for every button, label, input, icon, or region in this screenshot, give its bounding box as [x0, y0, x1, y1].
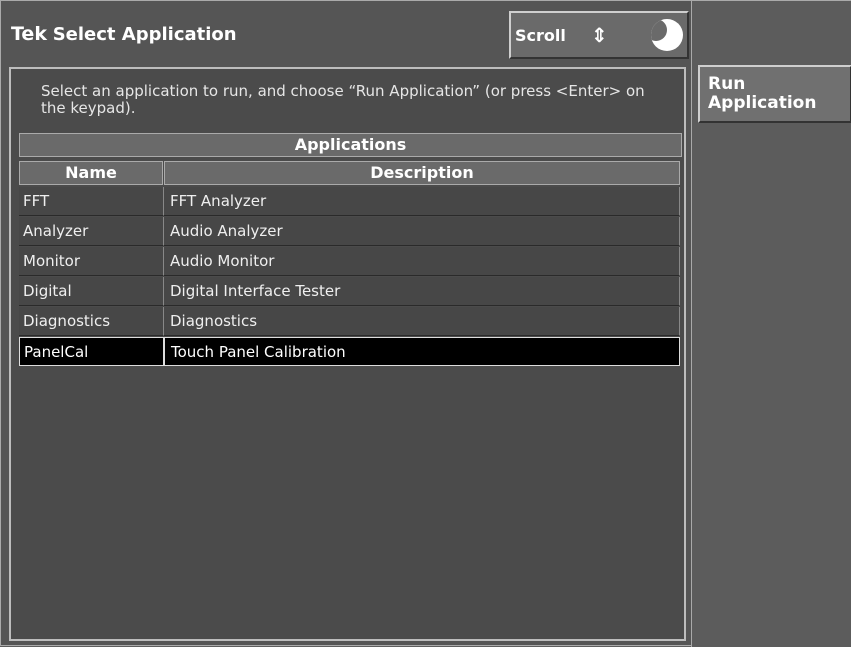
application-panel: Select an application to run, and choose… — [9, 67, 686, 641]
scroll-control[interactable]: Scroll ⇕ — [509, 11, 689, 59]
title-bar: Tek Select Application Scroll ⇕ — [3, 3, 691, 61]
table-row[interactable]: Digital Digital Interface Tester — [19, 277, 680, 306]
table-row[interactable]: Diagnostics Diagnostics — [19, 307, 680, 336]
cell-name: Monitor — [19, 247, 164, 276]
cell-name: PanelCal — [19, 337, 164, 366]
cell-description: Diagnostics — [164, 307, 680, 336]
scroll-label: Scroll — [515, 26, 566, 45]
cell-description: FFT Analyzer — [164, 187, 680, 216]
run-application-button[interactable]: Run Application — [698, 65, 851, 123]
cell-name: Diagnostics — [19, 307, 164, 336]
knob-icon — [651, 19, 683, 51]
cell-description: Touch Panel Calibration — [164, 337, 680, 366]
window-title: Tek Select Application — [11, 23, 237, 45]
table-title: Applications — [19, 133, 682, 157]
cell-description: Digital Interface Tester — [164, 277, 680, 306]
instruction-text: Select an application to run, and choose… — [41, 82, 645, 117]
brand-label: Tek — [11, 23, 47, 45]
table-row[interactable]: Monitor Audio Monitor — [19, 247, 680, 276]
table-row[interactable]: FFT FFT Analyzer — [19, 187, 680, 216]
cell-description: Audio Analyzer — [164, 217, 680, 246]
application-screen: Tek Select Application Scroll ⇕ Select a… — [0, 0, 851, 647]
title-text: Select Application — [52, 24, 237, 45]
updown-arrow-icon: ⇕ — [591, 23, 608, 47]
column-header-name[interactable]: Name — [19, 161, 163, 185]
table-row-selected[interactable]: PanelCal Touch Panel Calibration — [19, 337, 680, 366]
cell-name: FFT — [19, 187, 164, 216]
cell-name: Analyzer — [19, 217, 164, 246]
table-row[interactable]: Analyzer Audio Analyzer — [19, 217, 680, 246]
cell-name: Digital — [19, 277, 164, 306]
column-header-description[interactable]: Description — [164, 161, 680, 185]
cell-description: Audio Monitor — [164, 247, 680, 276]
